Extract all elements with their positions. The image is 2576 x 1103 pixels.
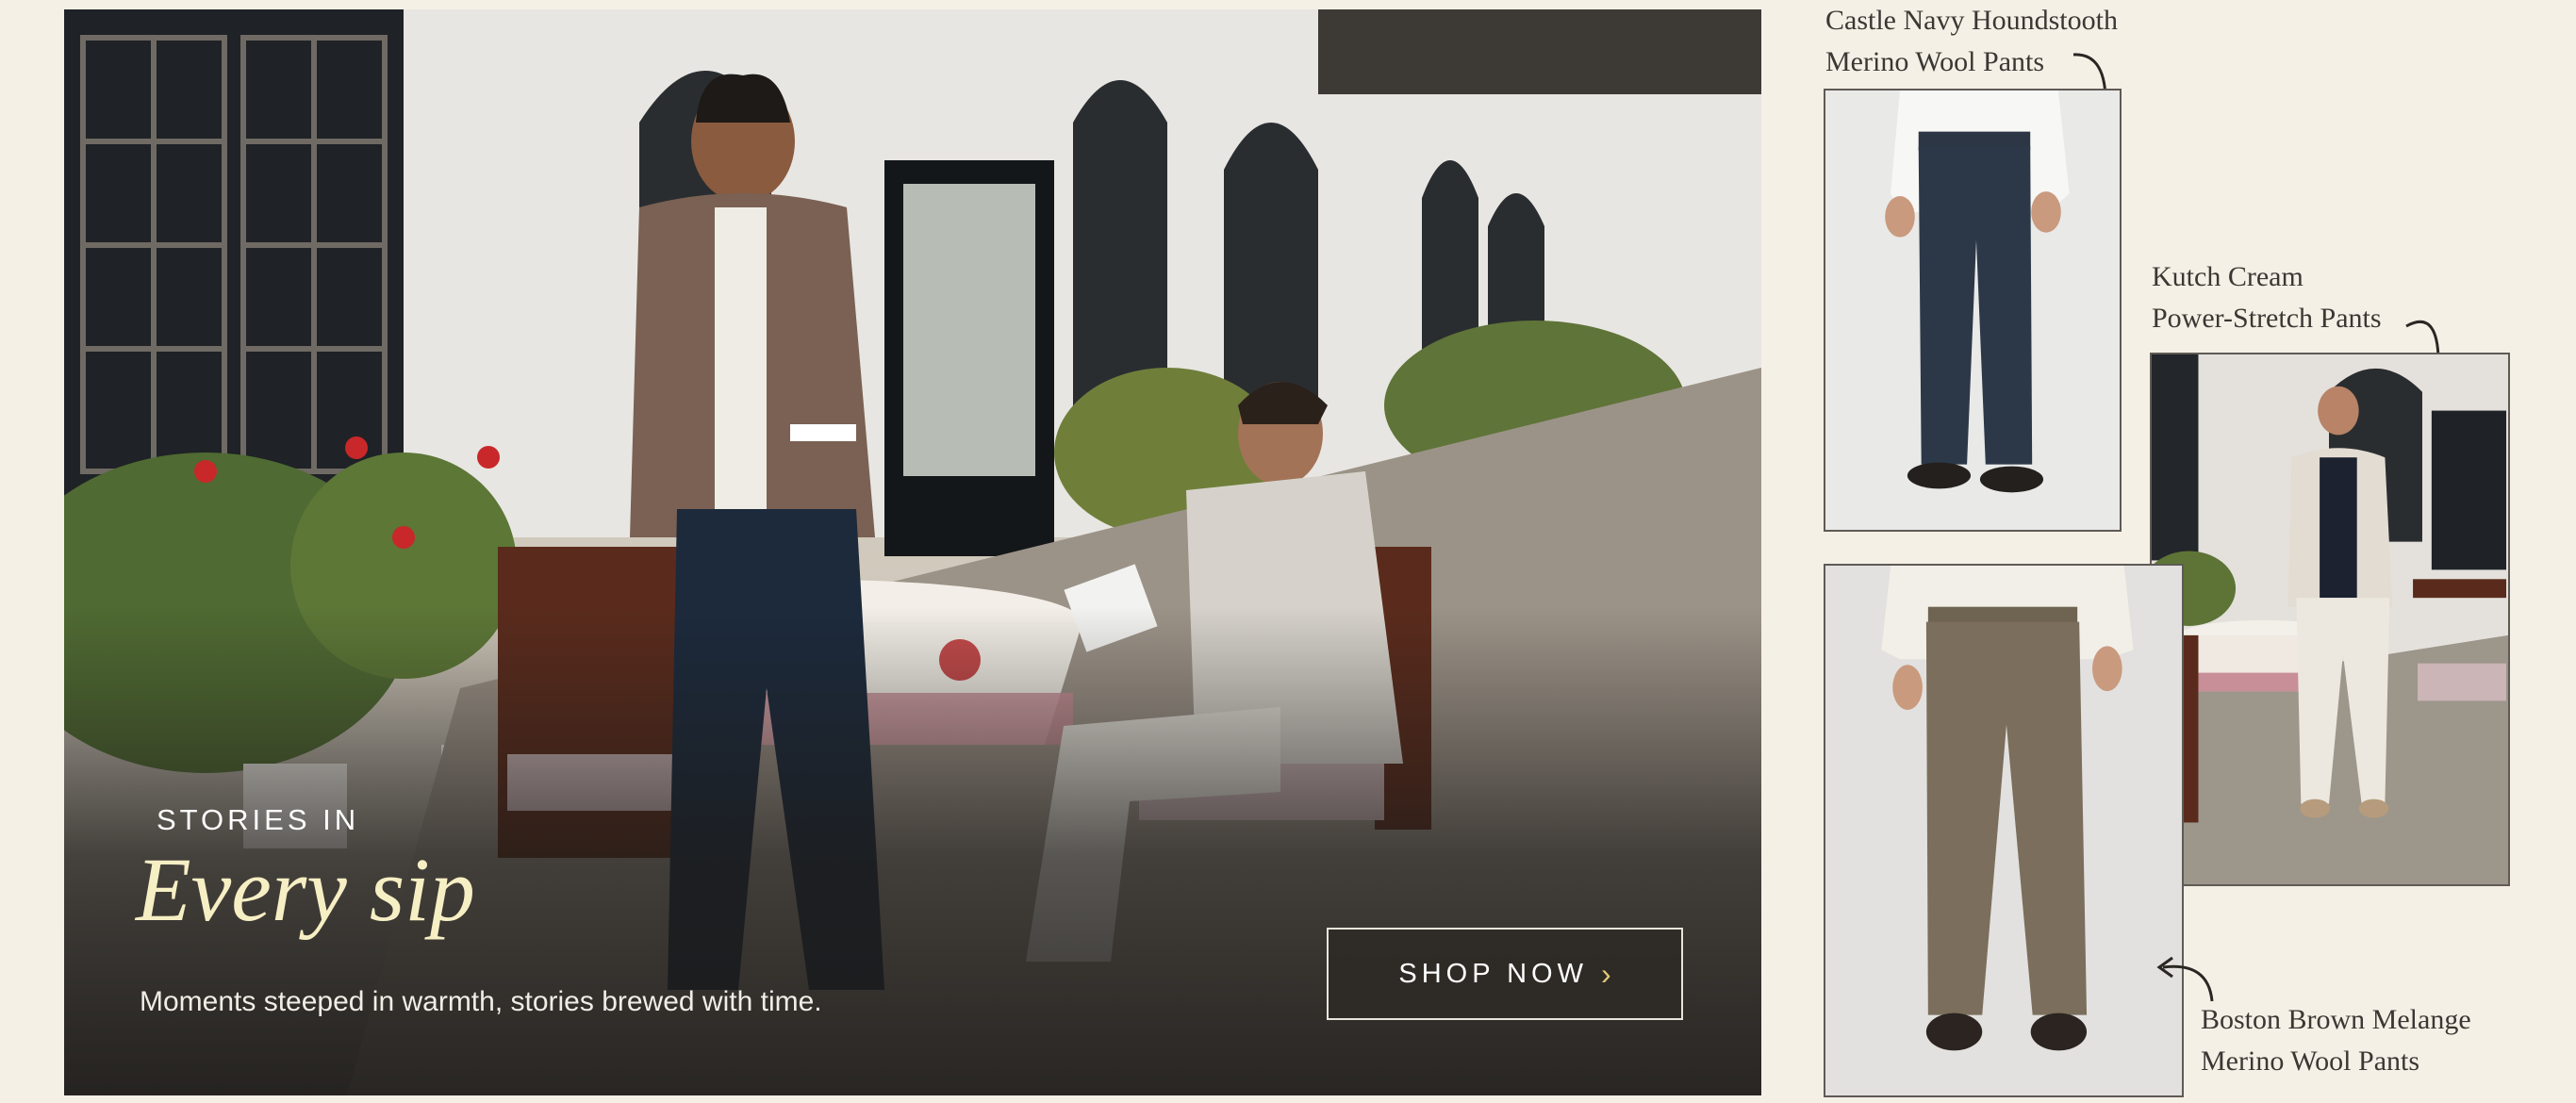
navy-pants-photo xyxy=(1825,91,2120,530)
product-name-line2: Merino Wool Pants xyxy=(2201,1045,2420,1077)
hero-banner[interactable]: STORIES IN Every sip Moments steeped in … xyxy=(64,9,1761,1095)
hero-subtitle: Moments steeped in warmth, stories brewe… xyxy=(140,986,822,1017)
hero-eyebrow: STORIES IN xyxy=(157,803,360,836)
product-label-boston-brown[interactable]: Boston Brown Melange Merino Wool Pants xyxy=(2201,999,2471,1082)
product-name-line1: Boston Brown Melange xyxy=(2201,1004,2471,1035)
product-card-kutch-cream[interactable] xyxy=(2150,353,2510,886)
product-name-line1: Kutch Cream xyxy=(2152,261,2304,292)
chevron-right-icon: › xyxy=(1600,957,1611,991)
cream-outfit-cafe-photo xyxy=(2152,354,2508,884)
product-card-castle-navy[interactable] xyxy=(1824,89,2122,532)
product-name-line2: Power-Stretch Pants xyxy=(2152,303,2382,334)
shop-now-button[interactable]: SHOP NOW › xyxy=(1327,928,1683,1020)
product-label-kutch-cream[interactable]: Kutch Cream Power-Stretch Pants xyxy=(2152,256,2382,339)
hero-title: Every sip xyxy=(136,839,475,940)
product-name-line1: Castle Navy Houndstooth xyxy=(1825,5,2118,36)
brown-pants-photo xyxy=(1825,566,2182,1095)
product-card-boston-brown[interactable] xyxy=(1824,564,2184,1097)
shop-now-label: SHOP NOW xyxy=(1398,958,1588,989)
